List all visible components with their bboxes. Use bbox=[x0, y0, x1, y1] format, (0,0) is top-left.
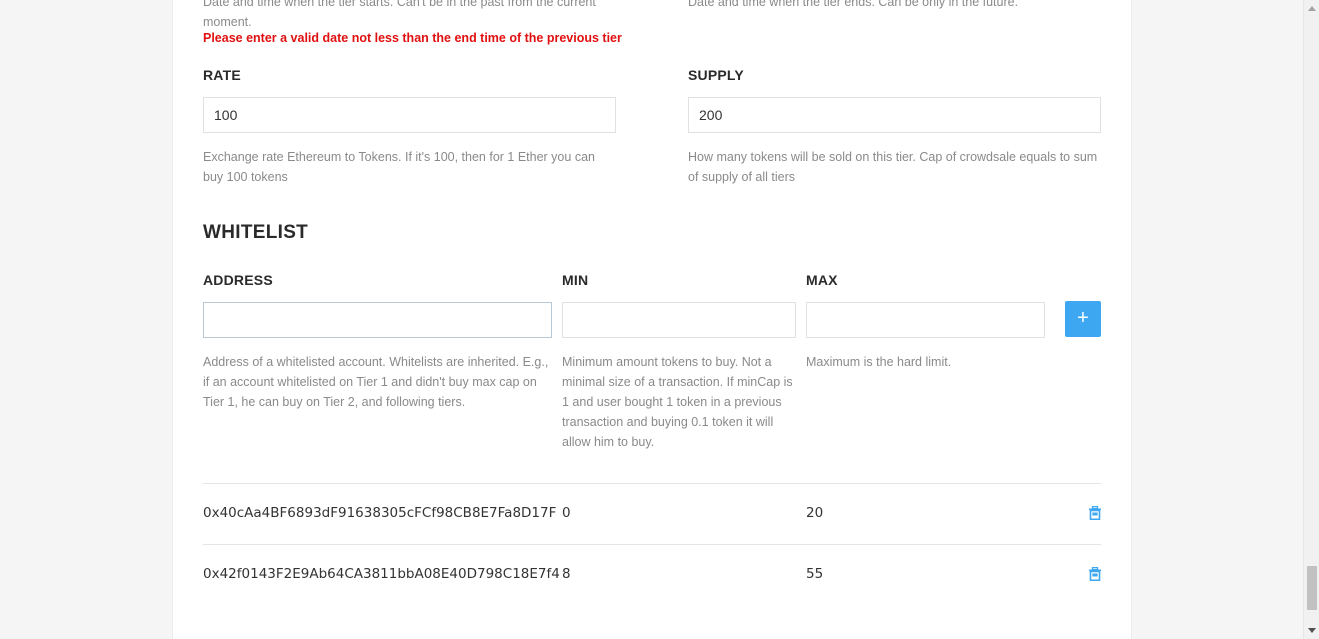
row-max: 55 bbox=[806, 566, 824, 582]
whitelist-title: WHITELIST bbox=[203, 222, 309, 243]
address-input[interactable] bbox=[203, 302, 552, 338]
row-max: 20 bbox=[806, 505, 824, 521]
min-input[interactable] bbox=[562, 302, 796, 338]
plus-icon: + bbox=[1077, 307, 1089, 329]
min-hint: Minimum amount tokens to buy. Not a mini… bbox=[562, 355, 793, 449]
trash-icon[interactable] bbox=[1088, 506, 1102, 520]
row-min: 0 bbox=[562, 505, 571, 521]
address-label: ADDRESS bbox=[203, 272, 273, 288]
end-time-hint: Date and time when the tier ends. Can be… bbox=[688, 0, 1019, 9]
tier-form-card: Date and time when the tier starts. Can'… bbox=[172, 0, 1132, 639]
rate-label: RATE bbox=[203, 67, 241, 83]
supply-input[interactable] bbox=[688, 97, 1101, 133]
scroll-down-arrow-icon[interactable] bbox=[1308, 628, 1316, 633]
row-address: 0x40cAa4BF6893dF91638305cFCf98CB8E7Fa8D1… bbox=[203, 505, 557, 521]
start-time-error: Please enter a valid date not less than … bbox=[203, 31, 622, 45]
row-min: 8 bbox=[562, 566, 571, 582]
table-row: 0x40cAa4BF6893dF91638305cFCf98CB8E7Fa8D1… bbox=[203, 484, 1101, 544]
rate-hint: Exchange rate Ethereum to Tokens. If it'… bbox=[203, 150, 595, 184]
table-row: 0x42f0143F2E9Ab64CA3811bbA08E40D798C18E7… bbox=[203, 545, 1101, 605]
trash-icon[interactable] bbox=[1088, 567, 1102, 581]
add-whitelist-button[interactable]: + bbox=[1065, 301, 1101, 337]
min-label: MIN bbox=[562, 272, 589, 288]
supply-label: SUPPLY bbox=[688, 67, 744, 83]
scrollbar-thumb[interactable] bbox=[1307, 566, 1317, 610]
max-hint: Maximum is the hard limit. bbox=[806, 355, 952, 369]
supply-hint: How many tokens will be sold on this tie… bbox=[688, 150, 1098, 184]
max-label: MAX bbox=[806, 272, 838, 288]
start-time-hint: Date and time when the tier starts. Can'… bbox=[203, 0, 596, 29]
page-scrollbar[interactable] bbox=[1303, 0, 1319, 639]
address-hint: Address of a whitelisted account. Whitel… bbox=[203, 355, 549, 409]
page: Date and time when the tier starts. Can'… bbox=[0, 0, 1319, 639]
rate-input[interactable] bbox=[203, 97, 616, 133]
row-address: 0x42f0143F2E9Ab64CA3811bbA08E40D798C18E7… bbox=[203, 566, 560, 582]
max-input[interactable] bbox=[806, 302, 1045, 338]
scroll-up-arrow-icon[interactable] bbox=[1308, 6, 1316, 11]
